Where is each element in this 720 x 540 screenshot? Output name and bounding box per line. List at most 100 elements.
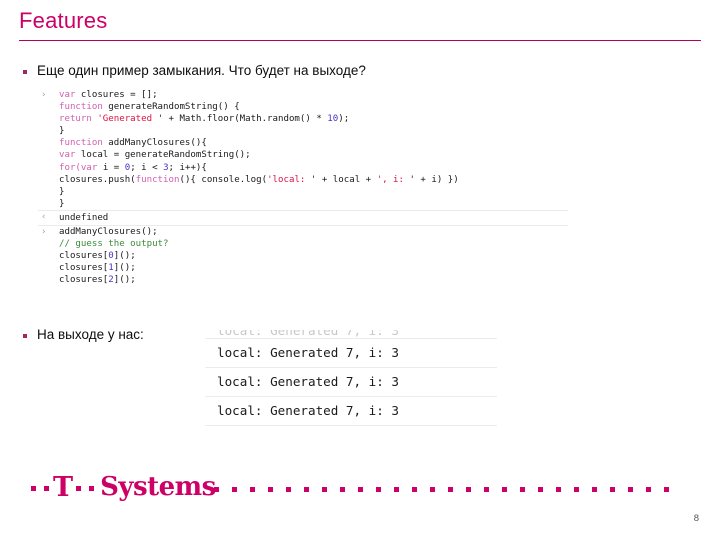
- logo-dot-icon: [628, 486, 633, 492]
- console-code-block: › var closures = []; function generateRand…: [38, 89, 568, 287]
- code-token-plain: ; i <: [130, 162, 164, 173]
- logo-dot-icon: [358, 486, 363, 492]
- console-line: closures.push(function(){ console.log('l…: [59, 174, 568, 186]
- logo-dot-icon: [89, 485, 95, 491]
- code-token-str: ', i:: [376, 174, 410, 185]
- bullet-marker-icon: [23, 334, 27, 338]
- console-line: return 'Generated ' + Math.floor(Math.ra…: [59, 113, 568, 125]
- logo-dot-icon: [340, 486, 345, 492]
- code-token-plain: ; i++){: [168, 162, 207, 173]
- logo-wordmark: Systems: [100, 472, 216, 502]
- console-group-output: ‹ undefined: [38, 209, 568, 227]
- logo-dot-icon: [412, 486, 417, 492]
- page-title: Features: [19, 8, 108, 33]
- logo-dot-icon: [502, 486, 507, 492]
- code-token-plain: local = generateRandomString();: [80, 150, 251, 161]
- logo-dot-icon: [466, 486, 471, 492]
- logo-dot-icon: [610, 486, 615, 492]
- code-token-plain: }: [59, 198, 65, 209]
- chevron-right-icon: ›: [41, 227, 47, 238]
- code-token-plain: closures[: [59, 275, 109, 286]
- logo-dot-icon: [376, 486, 381, 492]
- code-token-plain: ' + Math.floor(Math.random() *: [157, 114, 328, 125]
- bullet-item-1: Еще один пример замыкания. Что будет на …: [23, 63, 366, 80]
- logo-dot-icon: [520, 486, 525, 492]
- console-output-box: local: Generated 7, i: 3 local: Generate…: [205, 330, 497, 426]
- code-token-kw: var: [59, 150, 81, 161]
- logo-dot-icon: [31, 485, 36, 491]
- t-systems-logo: T Systems: [27, 473, 216, 503]
- logo-dot-icon: [664, 486, 669, 492]
- code-token-num: 10: [327, 114, 339, 125]
- chevron-left-icon: ‹: [41, 211, 47, 222]
- bullet-label: Еще один пример замыкания. Что будет на …: [37, 63, 366, 78]
- code-token-plain: (){ console.log(: [179, 174, 268, 185]
- code-token-cmt: // guess the output?: [59, 239, 169, 250]
- logo-dot-icon: [268, 486, 273, 492]
- console-line: function addManyClosures(){: [59, 137, 568, 149]
- console-output-row: local: Generated 7, i: 3: [205, 367, 497, 396]
- logo-dot-icon: [232, 486, 237, 492]
- console-line: closures[0]();: [59, 250, 568, 262]
- logo-dot-icon: [76, 485, 82, 491]
- logo-dot-icon: [304, 486, 309, 492]
- console-line: addManyClosures();: [59, 226, 568, 238]
- code-token-kw: var: [59, 90, 81, 100]
- bullet-item-2: На выходе у нас:: [23, 327, 144, 344]
- code-token-plain: addManyClosures();: [59, 227, 158, 238]
- code-token-str: 'Generated: [97, 114, 158, 125]
- code-token-plain: ' + i) }): [409, 174, 459, 185]
- logo-dot-icon: [214, 486, 219, 492]
- logo-dot-icon: [646, 486, 651, 492]
- console-line: function generateRandomString() {: [59, 101, 568, 113]
- console-group-input: › addManyClosures();// guess the output? c…: [38, 226, 568, 286]
- console-line: for(var i = 0; i < 3; i++){: [59, 162, 568, 174]
- code-token-plain: }: [59, 126, 65, 137]
- chevron-right-icon: ›: [41, 90, 47, 100]
- title-divider: [19, 40, 701, 41]
- code-token-plain: closures = [];: [80, 90, 158, 100]
- code-token-plain: closures.push(: [59, 174, 136, 185]
- logo-dot-icon: [286, 486, 291, 492]
- console-group-input: › var closures = []; function generateRand…: [38, 89, 568, 210]
- code-token-plain: );: [338, 114, 350, 125]
- console-line: var closures = [];: [59, 89, 568, 101]
- logo-dot-icon: [430, 486, 435, 492]
- logo-dot-icon: [44, 485, 49, 491]
- code-token-kw: function: [59, 102, 109, 113]
- code-token-plain: generateRandomString() {: [108, 102, 240, 113]
- console-line: closures[2]();: [59, 274, 568, 286]
- console-line: var local = generateRandomString();: [59, 149, 568, 161]
- code-token-plain: ]();: [113, 251, 136, 262]
- console-output-clipped-row: local: Generated 7, i: 3: [205, 330, 497, 338]
- code-token-kw: return: [59, 114, 98, 125]
- console-output-clipped-text: local: Generated 7, i: 3: [217, 330, 399, 338]
- logo-dot-icon: [322, 486, 327, 492]
- console-output-row: local: Generated 7, i: 3: [205, 338, 497, 367]
- code-token-plain: addManyClosures(){: [108, 138, 207, 149]
- console-line: undefined: [59, 212, 568, 224]
- bullet-marker-icon: [23, 70, 27, 74]
- code-token-plain: }: [59, 186, 65, 197]
- console-line: }: [59, 125, 568, 137]
- code-token-str: 'local:: [267, 174, 311, 185]
- code-token-kw: for(: [59, 162, 81, 173]
- code-token-plain: closures[: [59, 251, 109, 262]
- logo-dot-icon: [574, 486, 579, 492]
- logo-t-glyph: T: [53, 471, 73, 503]
- code-token-plain: i =: [102, 162, 125, 173]
- console-line: }: [59, 186, 568, 198]
- code-token-plain: ]();: [113, 263, 136, 274]
- logo-dot-icon: [250, 486, 255, 492]
- console-output-row: local: Generated 7, i: 3: [205, 396, 497, 426]
- code-token-plain: ' + local +: [310, 174, 377, 185]
- logo-dot-icon: [592, 486, 597, 492]
- code-token-plain: ]();: [113, 275, 136, 286]
- logo-dot-icon: [556, 486, 561, 492]
- bullet-label: На выходе у нас:: [37, 327, 144, 342]
- logo-dotted-rule: [214, 486, 706, 492]
- logo-dot-icon: [484, 486, 489, 492]
- code-token-kw: function: [59, 138, 109, 149]
- logo-dot-icon: [538, 486, 543, 492]
- logo-dot-icon: [394, 486, 399, 492]
